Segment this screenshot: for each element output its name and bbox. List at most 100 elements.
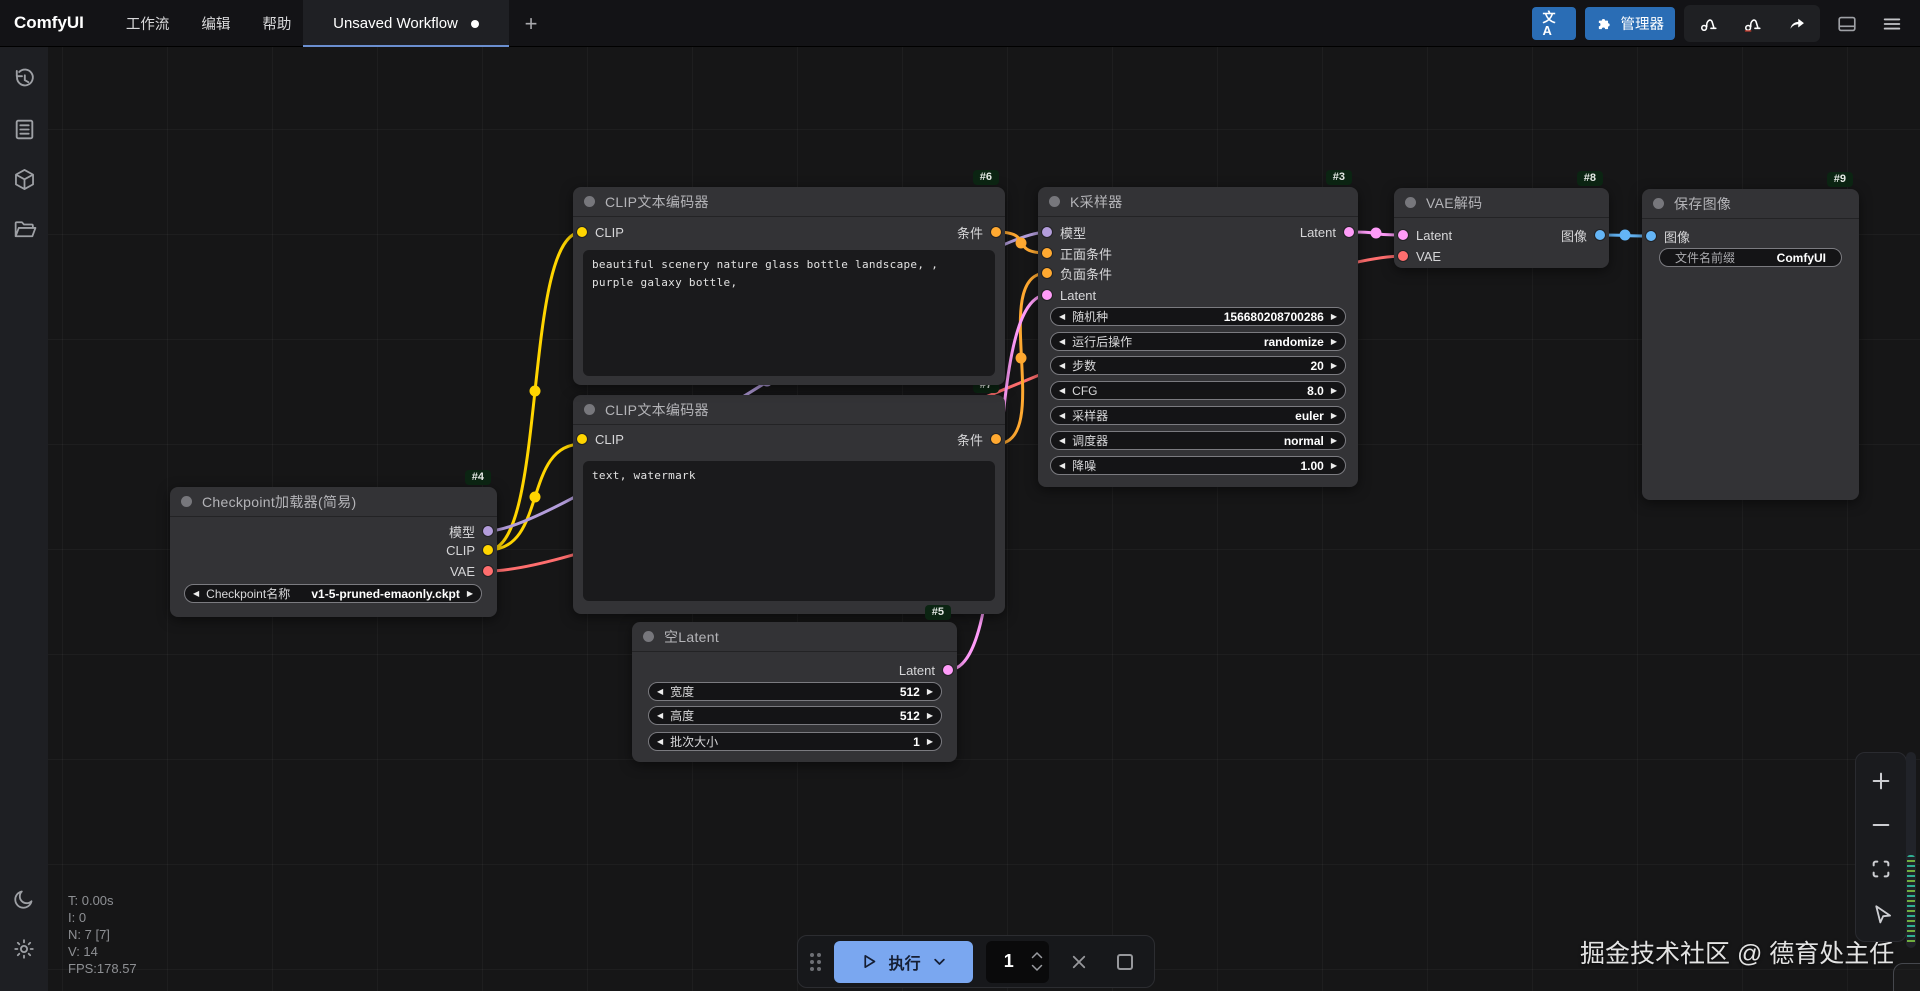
input-slot-latent[interactable]: Latent [1042, 288, 1096, 303]
widget-next-arrow[interactable]: ▶ [1331, 461, 1337, 470]
input-slot-image[interactable]: 图像 [1646, 229, 1690, 245]
widget-next-arrow[interactable]: ▶ [1331, 411, 1337, 420]
slot-dot[interactable] [1595, 230, 1605, 240]
widget-next-arrow[interactable]: ▶ [1331, 337, 1337, 346]
positive-prompt-textarea[interactable]: beautiful scenery nature glass bottle la… [583, 250, 995, 376]
stop-button[interactable] [1109, 941, 1142, 983]
sidebar-item-model-library[interactable] [6, 161, 42, 197]
input-slot-model[interactable]: 模型 [1042, 225, 1086, 241]
sampler-widget[interactable]: ◀ 采样器 euler ▶ [1050, 406, 1346, 425]
widget-prev-arrow[interactable]: ◀ [1059, 361, 1065, 370]
output-slot-clip[interactable]: CLIP [446, 543, 493, 558]
node-vae-decode[interactable]: #8 VAE解码 Latent VAE 图像 [1394, 171, 1609, 268]
collapse-dot[interactable] [643, 631, 654, 642]
node-ksampler[interactable]: #3 K采样器 模型 正面条件 负面条件 Latent Latent ◀ 随机种 [1038, 170, 1358, 487]
slot-dot[interactable] [1042, 248, 1052, 258]
manager-button[interactable]: 管理器 [1584, 7, 1675, 40]
chevron-down-icon[interactable] [932, 954, 947, 969]
slot-dot[interactable] [1042, 268, 1052, 278]
slot-dot[interactable] [1042, 227, 1052, 237]
widget-next-arrow[interactable]: ▶ [1331, 386, 1337, 395]
drag-handle[interactable] [810, 952, 821, 971]
slot-dot[interactable] [483, 545, 493, 555]
sidebar-item-workflows[interactable] [6, 211, 42, 247]
input-slot-vae[interactable]: VAE [1398, 249, 1441, 264]
output-slot-image[interactable]: 图像 [1561, 228, 1605, 244]
new-workflow-tab-button[interactable]: + [516, 9, 546, 39]
output-slot-latent[interactable]: Latent [1300, 225, 1354, 240]
zoom-out-button[interactable] [1861, 807, 1901, 843]
widget-prev-arrow[interactable]: ◀ [657, 737, 663, 746]
theme-toggle-button[interactable] [6, 881, 42, 917]
output-slot-model[interactable]: 模型 [449, 524, 493, 540]
slot-dot[interactable] [483, 526, 493, 536]
widget-next-arrow[interactable]: ▶ [1331, 312, 1337, 321]
node-empty-latent[interactable]: #5 空Latent Latent ◀ 宽度 512 ▶ ◀ 高度 512 ▶ … [632, 605, 957, 762]
widget-prev-arrow[interactable]: ◀ [193, 589, 199, 598]
stepper-up-icon[interactable] [1031, 951, 1043, 959]
main-menu-button[interactable] [1874, 6, 1910, 42]
input-slot-negative[interactable]: 负面条件 [1042, 266, 1112, 282]
node-titlebar[interactable]: 保存图像 [1642, 189, 1859, 219]
fit-view-button[interactable] [1861, 851, 1901, 887]
node-titlebar[interactable]: CLIP文本编码器 [573, 395, 1005, 425]
output-slot-vae[interactable]: VAE [450, 564, 493, 579]
widget-next-arrow[interactable]: ▶ [927, 711, 933, 720]
node-titlebar[interactable]: K采样器 [1038, 187, 1358, 217]
filename-prefix-widget[interactable]: 文件名前缀 ComfyUI [1659, 248, 1842, 267]
collapse-dot[interactable] [1653, 198, 1664, 209]
input-slot-clip[interactable]: CLIP [577, 432, 624, 447]
widget-prev-arrow[interactable]: ◀ [1059, 337, 1065, 346]
collapse-dot[interactable] [584, 196, 595, 207]
slot-dot[interactable] [577, 227, 587, 237]
widget-next-arrow[interactable]: ▶ [1331, 436, 1337, 445]
zoom-in-button[interactable] [1861, 763, 1901, 799]
slot-dot[interactable] [1398, 230, 1408, 240]
slot-dot[interactable] [943, 665, 953, 675]
widget-prev-arrow[interactable]: ◀ [1059, 411, 1065, 420]
cfg-widget[interactable]: ◀ CFG 8.0 ▶ [1050, 381, 1346, 400]
widget-prev-arrow[interactable]: ◀ [657, 687, 663, 696]
slot-dot[interactable] [1398, 251, 1408, 261]
batch-count-input[interactable]: 1 [986, 940, 1050, 983]
collapse-dot[interactable] [584, 404, 595, 415]
width-widget[interactable]: ◀ 宽度 512 ▶ [648, 682, 942, 701]
input-slot-clip[interactable]: CLIP [577, 225, 624, 240]
slot-dot[interactable] [1646, 231, 1656, 241]
node-titlebar[interactable]: Checkpoint加载器(简易) [170, 487, 497, 517]
node-titlebar[interactable]: CLIP文本编码器 [573, 187, 1005, 217]
batch-size-widget[interactable]: ◀ 批次大小 1 ▶ [648, 732, 942, 751]
seed-widget[interactable]: ◀ 随机种 156680208700286 ▶ [1050, 307, 1346, 326]
widget-next-arrow[interactable]: ▶ [467, 589, 473, 598]
input-slot-latent[interactable]: Latent [1398, 228, 1452, 243]
vacuum-clean-button[interactable] [1686, 5, 1730, 42]
vacuum-clean-alt-button[interactable] [1730, 5, 1774, 42]
slot-dot[interactable] [991, 434, 1001, 444]
output-slot-latent[interactable]: Latent [899, 663, 953, 678]
scrollbar[interactable] [1906, 752, 1916, 948]
node-save-image[interactable]: #9 保存图像 图像 文件名前缀 ComfyUI [1642, 172, 1859, 500]
menu-edit[interactable]: 编辑 [185, 5, 246, 42]
widget-prev-arrow[interactable]: ◀ [1059, 436, 1065, 445]
node-titlebar[interactable]: 空Latent [632, 622, 957, 652]
slot-dot[interactable] [577, 434, 587, 444]
run-button[interactable]: 执行 [834, 940, 974, 983]
steps-widget[interactable]: ◀ 步数 20 ▶ [1050, 356, 1346, 375]
negative-prompt-textarea[interactable]: text, watermark [583, 461, 995, 601]
slot-dot[interactable] [483, 566, 493, 576]
sidebar-item-queue-history[interactable] [6, 61, 42, 97]
settings-button[interactable] [6, 931, 42, 967]
share-button[interactable] [1774, 5, 1818, 42]
widget-next-arrow[interactable]: ▶ [927, 737, 933, 746]
widget-prev-arrow[interactable]: ◀ [1059, 312, 1065, 321]
stepper-down-icon[interactable] [1031, 964, 1043, 972]
ckpt-name-widget[interactable]: ◀ Checkpoint名称 v1-5-pruned-emaonly.ckpt … [184, 584, 482, 603]
menu-workflow[interactable]: 工作流 [110, 5, 186, 42]
collapse-dot[interactable] [1049, 196, 1060, 207]
widget-next-arrow[interactable]: ▶ [927, 687, 933, 696]
node-clip-text-encode-negative[interactable]: #7 CLIP文本编码器 CLIP 条件 text, watermark [573, 378, 1005, 614]
sidebar-item-node-library[interactable] [6, 111, 42, 147]
height-widget[interactable]: ◀ 高度 512 ▶ [648, 706, 942, 725]
slot-dot[interactable] [1344, 227, 1354, 237]
widget-prev-arrow[interactable]: ◀ [657, 711, 663, 720]
